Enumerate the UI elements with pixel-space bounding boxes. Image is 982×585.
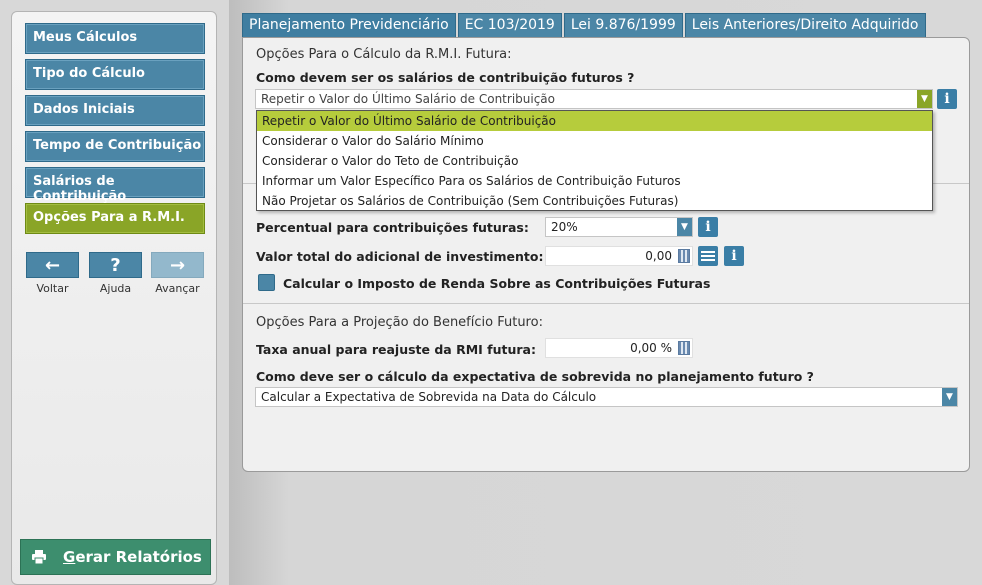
additional-investment-value: 0,00	[645, 249, 672, 263]
arrow-right-icon: →	[169, 254, 186, 276]
question-icon: ?	[110, 254, 121, 276]
tab-lei-9876-1999[interactable]: Lei 9.876/1999	[563, 13, 683, 38]
sidebar-item-label: Tipo do Cálculo	[33, 66, 145, 81]
future-salaries-select[interactable]: Repetir o Valor do Último Salário de Con…	[255, 89, 933, 109]
sidebar-item-label: Tempo de Contribuição	[33, 138, 202, 153]
tab-planejamento-previdenciario[interactable]: Planejamento Previdenciário	[242, 13, 456, 38]
rmi-section-title: Opções Para o Cálculo da R.M.I. Futura:	[256, 47, 512, 62]
sidebar-item-opcoes-rmi[interactable]: Opções Para a R.M.I.	[25, 203, 205, 234]
forward-label: Avançar	[155, 282, 200, 295]
generate-reports-label: Gerar Relatórios	[63, 548, 202, 566]
help-button[interactable]: ?	[89, 252, 142, 278]
future-salaries-question: Como devem ser os salários de contribuiç…	[256, 70, 635, 85]
dropdown-option[interactable]: Informar um Valor Específico Para os Sal…	[257, 171, 932, 191]
sidebar-item-label: Opções Para a R.M.I.	[33, 210, 185, 225]
back-button[interactable]: ←	[26, 252, 79, 278]
survival-select-value: Calcular a Expectativa de Sobrevida na D…	[261, 390, 597, 404]
rmi-rate-value: 0,00 %	[630, 341, 672, 355]
sidebar-item-salarios-de-contribuicao[interactable]: Salários de Contribuição	[25, 167, 205, 204]
dropdown-option[interactable]: Considerar o Valor do Teto de Contribuiç…	[257, 151, 932, 171]
forward-button[interactable]: →	[151, 252, 204, 278]
dropdown-option[interactable]: Repetir o Valor do Último Salário de Con…	[257, 111, 932, 131]
additional-investment-input[interactable]: 0,00	[545, 246, 693, 266]
sidebar-item-label: Meus Cálculos	[33, 30, 138, 45]
options-panel: Opções Para o Cálculo da R.M.I. Futura: …	[242, 37, 970, 472]
arrow-left-icon: ←	[44, 254, 61, 276]
survival-select[interactable]: Calcular a Expectativa de Sobrevida na D…	[255, 387, 958, 407]
generate-reports-button[interactable]: Gerar Relatórios	[20, 539, 211, 575]
info-button[interactable]: i	[937, 89, 957, 109]
income-tax-label: Calcular o Imposto de Renda Sobre as Con…	[283, 276, 711, 291]
rmi-rate-input[interactable]: 0,00 %	[545, 338, 693, 358]
sidebar-item-tempo-de-contribuicao[interactable]: Tempo de Contribuição	[25, 131, 205, 162]
chevron-down-icon: ▼	[677, 218, 692, 236]
future-salaries-select-value: Repetir o Valor do Último Salário de Con…	[261, 92, 555, 106]
percent-select-value: 20%	[551, 220, 578, 234]
chevron-down-icon: ▼	[917, 90, 932, 108]
future-salaries-dropdown-list: Repetir o Valor do Último Salário de Con…	[256, 110, 933, 211]
tab-ec-103-2019[interactable]: EC 103/2019	[457, 13, 562, 38]
income-tax-checkbox[interactable]	[258, 274, 275, 291]
dropdown-option[interactable]: Considerar o Valor do Salário Mínimo	[257, 131, 932, 151]
back-label: Voltar	[36, 282, 69, 295]
calculator-icon[interactable]	[678, 341, 690, 355]
sidebar-item-tipo-do-calculo[interactable]: Tipo do Cálculo	[25, 59, 205, 90]
tab-bar: Planejamento Previdenciário EC 103/2019 …	[242, 13, 928, 38]
survival-question: Como deve ser o cálculo da expectativa d…	[256, 369, 814, 384]
rmi-rate-label: Taxa anual para reajuste da RMI futura:	[256, 342, 536, 357]
help-label: Ajuda	[99, 282, 132, 295]
sidebar-item-label: Salários de Contribuição	[33, 174, 127, 204]
tab-leis-anteriores[interactable]: Leis Anteriores/Direito Adquirido	[684, 13, 926, 38]
info-button[interactable]: i	[698, 217, 718, 237]
sidebar-item-dados-iniciais[interactable]: Dados Iniciais	[25, 95, 205, 126]
additional-investment-label: Valor total do adicional de investimento…	[256, 249, 544, 264]
dropdown-option[interactable]: Não Projetar os Salários de Contribuição…	[257, 191, 932, 211]
calculator-icon[interactable]	[678, 249, 690, 263]
info-button[interactable]: i	[724, 246, 744, 266]
sidebar-item-label: Dados Iniciais	[33, 102, 135, 117]
printer-icon	[32, 550, 46, 565]
chevron-down-icon: ▼	[942, 388, 957, 406]
percent-select[interactable]: 20% ▼	[545, 217, 693, 237]
percent-label: Percentual para contribuições futuras:	[256, 220, 529, 235]
section-divider	[243, 303, 969, 304]
sidebar-item-meus-calculos[interactable]: Meus Cálculos	[25, 23, 205, 54]
projection-section-title: Opções Para a Projeção do Benefício Futu…	[256, 315, 543, 330]
sidebar: Meus Cálculos Tipo do Cálculo Dados Inic…	[11, 11, 217, 585]
list-icon[interactable]	[698, 246, 718, 266]
